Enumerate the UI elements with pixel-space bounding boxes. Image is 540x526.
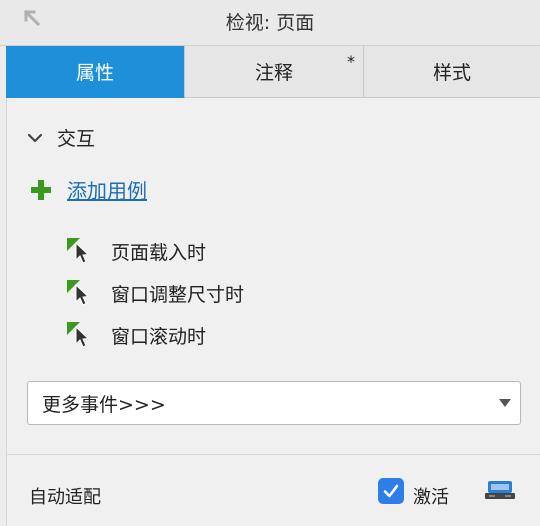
tab-style[interactable]: 样式: [364, 46, 540, 98]
tab-bar: 属性 注释 * 样式: [6, 46, 540, 98]
event-window-scroll[interactable]: 窗口滚动时: [67, 314, 244, 356]
interactions-section-header[interactable]: 交互: [27, 124, 95, 151]
tab-label: 属性: [75, 62, 114, 84]
title-bar: 检视: 页面: [0, 0, 540, 46]
tab-properties[interactable]: 属性: [6, 46, 185, 98]
adaptive-view-icon[interactable]: [485, 479, 515, 503]
add-case-label: 添加用例: [67, 179, 147, 203]
event-page-load[interactable]: 页面载入时: [67, 230, 244, 272]
activate-label: 激活: [413, 487, 449, 508]
event-list: 页面载入时 窗口调整尺寸时 窗口滚动时: [67, 230, 244, 356]
dropdown-caret-icon: [499, 399, 511, 407]
divider: [7, 454, 540, 455]
dropdown-value: 更多事件>>>: [42, 393, 166, 416]
plus-icon: [31, 179, 51, 200]
panel-title: 检视: 页面: [225, 12, 315, 34]
adaptive-label: 自动适配: [29, 487, 101, 508]
chevron-down-icon: [27, 133, 43, 142]
event-label: 窗口调整尺寸时: [111, 283, 245, 306]
event-cursor-icon: [67, 280, 90, 306]
event-label: 页面载入时: [111, 241, 207, 264]
tab-notes[interactable]: 注释 *: [185, 46, 364, 98]
event-window-resize[interactable]: 窗口调整尺寸时: [67, 272, 244, 314]
modified-indicator: *: [347, 52, 355, 71]
tab-label: 样式: [432, 62, 471, 84]
event-cursor-icon: [67, 238, 90, 264]
properties-panel: 交互 添加用例 页面载入时 窗口调整尺寸时 窗口滚动时 更多事件>>> 自动适配…: [6, 98, 540, 526]
add-case-link[interactable]: 添加用例: [31, 175, 147, 204]
event-cursor-icon: [67, 322, 90, 348]
tab-label: 注释: [254, 62, 293, 84]
section-title: 交互: [57, 128, 96, 150]
event-label: 窗口滚动时: [111, 325, 207, 348]
checkmark-icon: [383, 484, 399, 498]
activate-checkbox[interactable]: [378, 478, 404, 504]
more-events-dropdown[interactable]: 更多事件>>>: [27, 381, 521, 425]
